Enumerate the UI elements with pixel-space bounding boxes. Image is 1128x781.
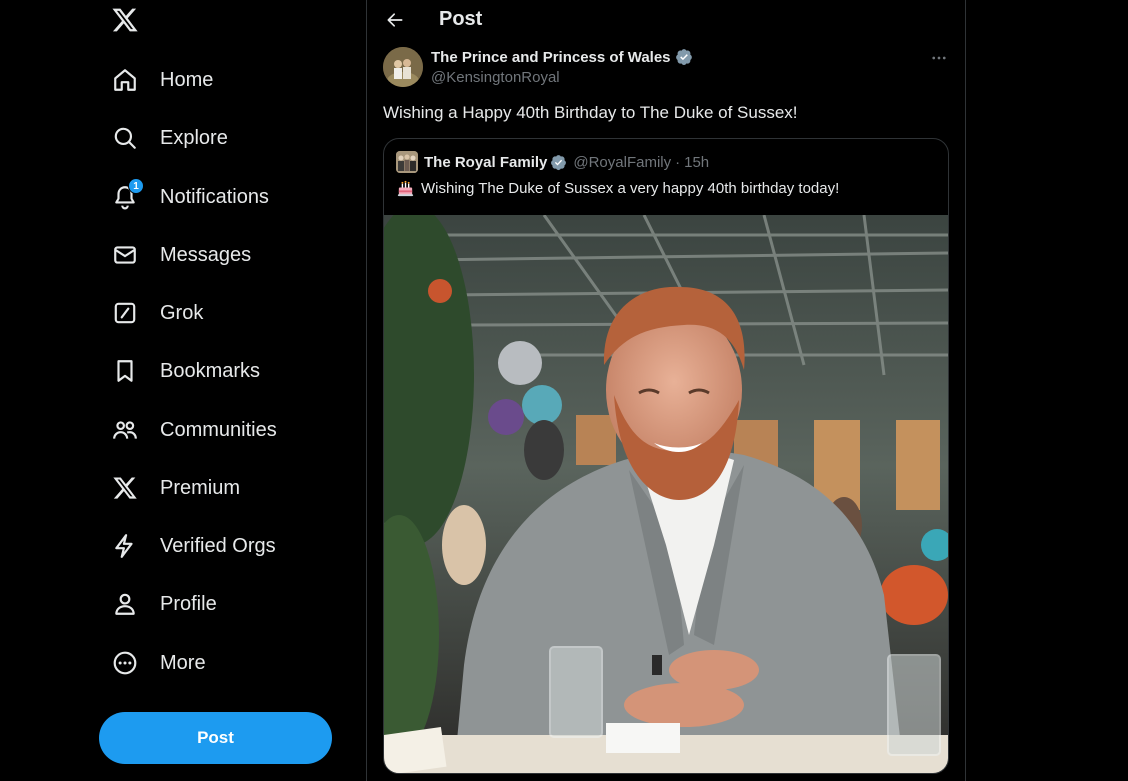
- quoted-author-handle: @RoyalFamily: [573, 153, 672, 171]
- author-name-row[interactable]: The Prince and Princess of Wales: [431, 48, 693, 66]
- page-header: Post: [367, 0, 967, 40]
- sidebar-item-more[interactable]: More: [102, 639, 216, 687]
- sidebar-item-communities[interactable]: Communities: [102, 406, 287, 454]
- sidebar-item-label: Verified Orgs: [160, 534, 276, 557]
- more-circle-icon: [112, 650, 138, 676]
- quoted-tweet-text-row: Wishing The Duke of Sussex a very happy …: [396, 179, 839, 198]
- sidebar-item-label: Explore: [160, 126, 228, 149]
- search-icon: [112, 125, 138, 151]
- bookmark-icon: [112, 358, 138, 384]
- page-title: Post: [439, 8, 483, 30]
- more-options-icon[interactable]: [929, 48, 949, 68]
- x-logo-icon[interactable]: [109, 4, 141, 36]
- grok-icon: [112, 300, 138, 326]
- quoted-tweet-text: Wishing The Duke of Sussex a very happy …: [421, 180, 840, 197]
- quoted-author-name: The Royal Family: [424, 153, 548, 171]
- sidebar-item-label: Communities: [160, 418, 277, 441]
- person-icon: [112, 591, 138, 617]
- notification-badge: 1: [128, 178, 144, 194]
- avatar[interactable]: [383, 47, 423, 87]
- author-name[interactable]: The Prince and Princess of Wales: [431, 49, 671, 66]
- sidebar-item-messages[interactable]: Messages: [102, 231, 261, 279]
- separator-dot: ·: [675, 153, 681, 171]
- back-arrow-icon[interactable]: [383, 8, 407, 32]
- sidebar-item-label: Home: [160, 68, 214, 91]
- sidebar-item-verified-orgs[interactable]: Verified Orgs: [102, 522, 286, 570]
- sidebar-item-label: Profile: [160, 592, 217, 615]
- people-icon: [112, 417, 138, 443]
- sidebar-item-label: Premium: [160, 476, 241, 499]
- post-button[interactable]: Post: [99, 712, 332, 764]
- quoted-avatar: [396, 151, 418, 173]
- quoted-tweet-header: The Royal Family @RoyalFamily · 15h: [396, 151, 709, 173]
- home-icon: [112, 67, 138, 93]
- sidebar-item-home[interactable]: Home: [102, 56, 223, 104]
- birthday-cake-icon: [397, 180, 414, 197]
- x-logo-icon: [112, 475, 138, 501]
- quoted-timestamp: 15h: [684, 153, 710, 171]
- quoted-tweet[interactable]: The Royal Family @RoyalFamily · 15h Wish…: [383, 138, 949, 774]
- sidebar-item-profile[interactable]: Profile: [102, 580, 227, 628]
- sidebar-item-explore[interactable]: Explore: [102, 114, 238, 162]
- sidebar: Home Explore 1 Notifications Messages Gr…: [0, 0, 366, 781]
- sidebar-item-premium[interactable]: Premium: [102, 464, 250, 512]
- tweet-text: Wishing a Happy 40th Birthday to The Duk…: [383, 103, 798, 122]
- sidebar-item-label: Notifications: [160, 185, 269, 208]
- sidebar-item-bookmarks[interactable]: Bookmarks: [102, 347, 270, 395]
- main-column: Post The Prince and Princess of Wales @K…: [366, 0, 966, 781]
- sidebar-item-label: Bookmarks: [160, 359, 261, 382]
- verified-badge-icon: [551, 154, 567, 170]
- sidebar-item-grok[interactable]: Grok: [102, 289, 213, 337]
- envelope-icon: [112, 242, 138, 268]
- bell-icon: 1: [112, 178, 144, 210]
- quoted-tweet-photo[interactable]: [384, 215, 948, 773]
- sidebar-item-label: Grok: [160, 301, 204, 324]
- sidebar-item-label: More: [160, 651, 206, 674]
- author-handle[interactable]: @KensingtonRoyal: [431, 69, 560, 86]
- lightning-icon: [112, 533, 138, 559]
- sidebar-item-notifications[interactable]: 1 Notifications: [102, 173, 279, 221]
- sidebar-item-label: Messages: [160, 243, 252, 266]
- verified-badge-icon: [675, 49, 692, 66]
